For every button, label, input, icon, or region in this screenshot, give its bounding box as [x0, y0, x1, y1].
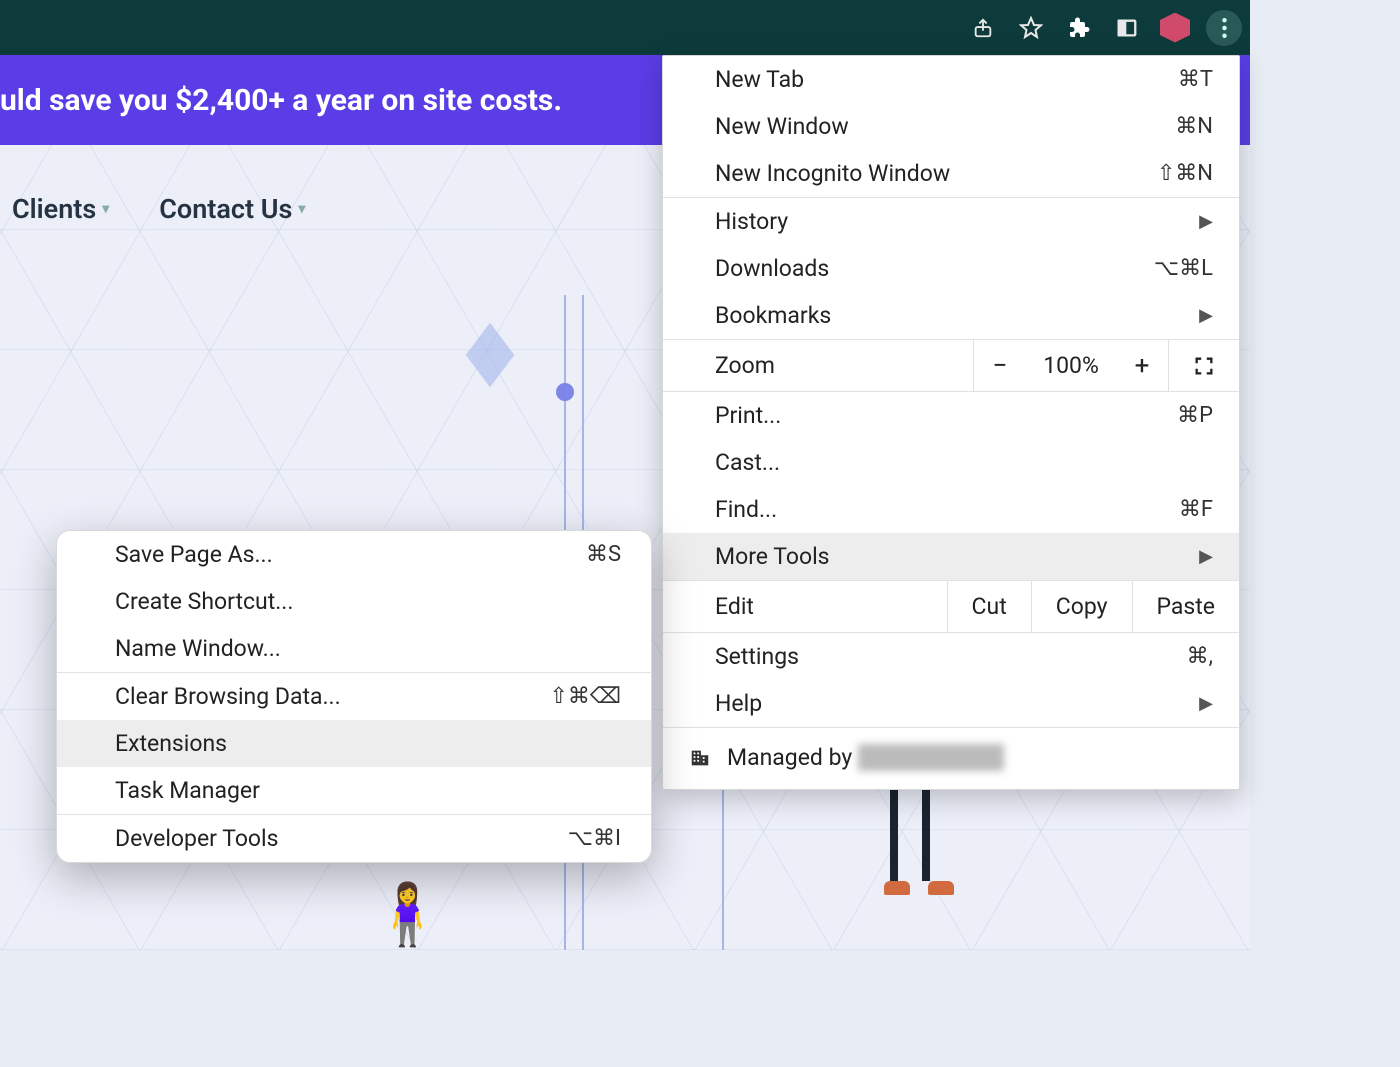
menu-shortcut: ⌘N [1175, 114, 1213, 139]
menu-item-managed-by[interactable]: Managed by example.com [663, 728, 1239, 789]
menu-shortcut: ⇧⌘N [1157, 161, 1213, 186]
menu-item-new-window[interactable]: New Window ⌘N [663, 103, 1239, 150]
menu-item-more-tools[interactable]: More Tools ▶ [663, 533, 1239, 580]
menu-label: More Tools [715, 543, 1199, 570]
submenu-item-developer-tools[interactable]: Developer Tools ⌥⌘I [57, 815, 651, 862]
submenu-label: Task Manager [115, 777, 621, 804]
menu-item-settings[interactable]: Settings ⌘, [663, 633, 1239, 680]
illustration-person: 🧍‍♀️ [370, 879, 445, 950]
chevron-right-icon: ▶ [1199, 211, 1213, 232]
edit-paste-button[interactable]: Paste [1132, 581, 1240, 632]
menu-label: New Tab [715, 66, 1178, 93]
menu-item-find[interactable]: Find... ⌘F [663, 486, 1239, 533]
menu-shortcut: ⌘, [1187, 644, 1213, 669]
menu-item-history[interactable]: History ▶ [663, 198, 1239, 245]
managed-org-redacted: example.com [858, 744, 1004, 771]
nav-item-clients[interactable]: Clients ▾ [12, 193, 109, 225]
side-panel-icon[interactable] [1110, 11, 1144, 45]
submenu-label: Extensions [115, 730, 621, 757]
kebab-menu-icon[interactable] [1206, 10, 1242, 46]
bookmark-star-icon[interactable] [1014, 11, 1048, 45]
chevron-down-icon: ▾ [298, 201, 305, 217]
menu-item-new-incognito[interactable]: New Incognito Window ⇧⌘N [663, 150, 1239, 197]
more-tools-submenu: Save Page As... ⌘S Create Shortcut... Na… [56, 530, 652, 863]
menu-shortcut: ⌘T [1178, 67, 1213, 92]
menu-label: Help [715, 690, 1199, 717]
edit-label: Edit [663, 581, 947, 632]
menu-label: New Window [715, 113, 1175, 140]
submenu-item-save-page[interactable]: Save Page As... ⌘S [57, 531, 651, 578]
menu-item-new-tab[interactable]: New Tab ⌘T [663, 56, 1239, 103]
managed-prefix: Managed by [727, 744, 858, 771]
submenu-item-create-shortcut[interactable]: Create Shortcut... [57, 578, 651, 625]
submenu-item-extensions[interactable]: Extensions [57, 720, 651, 767]
submenu-shortcut: ⌘S [586, 542, 621, 567]
extensions-puzzle-icon[interactable] [1062, 11, 1096, 45]
nav-item-contact[interactable]: Contact Us ▾ [159, 193, 305, 225]
chrome-main-menu: New Tab ⌘T New Window ⌘N New Incognito W… [662, 55, 1240, 790]
edit-copy-button[interactable]: Copy [1031, 581, 1132, 632]
nav-label: Clients [12, 193, 96, 225]
menu-shortcut: ⌘F [1179, 497, 1213, 522]
edit-cut-button[interactable]: Cut [947, 581, 1031, 632]
submenu-label: Name Window... [115, 635, 621, 662]
menu-label: Downloads [715, 255, 1154, 282]
menu-item-zoom: Zoom − 100% + [663, 339, 1239, 392]
zoom-out-button[interactable]: − [974, 351, 1026, 381]
menu-label: Cast... [715, 449, 1213, 476]
menu-label: New Incognito Window [715, 160, 1157, 187]
submenu-shortcut: ⌥⌘I [568, 826, 621, 851]
fullscreen-icon[interactable] [1169, 355, 1239, 377]
menu-item-edit: Edit Cut Copy Paste [663, 580, 1239, 633]
browser-toolbar [0, 0, 1250, 55]
nav-label: Contact Us [159, 193, 292, 225]
chevron-right-icon: ▶ [1199, 546, 1213, 567]
menu-item-downloads[interactable]: Downloads ⌥⌘L [663, 245, 1239, 292]
submenu-item-task-manager[interactable]: Task Manager [57, 767, 651, 814]
menu-item-help[interactable]: Help ▶ [663, 680, 1239, 727]
submenu-shortcut: ⇧⌘⌫ [549, 684, 621, 709]
submenu-item-clear-browsing-data[interactable]: Clear Browsing Data... ⇧⌘⌫ [57, 673, 651, 720]
zoom-label: Zoom [663, 340, 973, 391]
building-icon [689, 747, 711, 769]
submenu-item-name-window[interactable]: Name Window... [57, 625, 651, 672]
managed-by-label: Managed by example.com [727, 744, 1004, 771]
menu-label: Bookmarks [715, 302, 1199, 329]
menu-shortcut: ⌘P [1177, 403, 1213, 428]
menu-shortcut: ⌥⌘L [1154, 256, 1213, 281]
chevron-right-icon: ▶ [1199, 693, 1213, 714]
menu-label: Find... [715, 496, 1179, 523]
submenu-label: Clear Browsing Data... [115, 683, 549, 710]
submenu-label: Save Page As... [115, 541, 586, 568]
submenu-label: Developer Tools [115, 825, 568, 852]
menu-item-cast[interactable]: Cast... [663, 439, 1239, 486]
menu-item-bookmarks[interactable]: Bookmarks ▶ [663, 292, 1239, 339]
chevron-right-icon: ▶ [1199, 305, 1213, 326]
profile-avatar[interactable] [1158, 11, 1192, 45]
illustration-person-legs [890, 781, 954, 895]
menu-label: Print... [715, 402, 1177, 429]
menu-item-print[interactable]: Print... ⌘P [663, 392, 1239, 439]
share-icon[interactable] [966, 11, 1000, 45]
zoom-in-button[interactable]: + [1116, 351, 1168, 381]
zoom-value: 100% [1026, 352, 1116, 379]
promo-text: uld save you $2,400+ a year on site cost… [0, 83, 562, 118]
submenu-label: Create Shortcut... [115, 588, 621, 615]
chevron-down-icon: ▾ [102, 201, 109, 217]
menu-label: History [715, 208, 1199, 235]
menu-label: Settings [715, 643, 1187, 670]
